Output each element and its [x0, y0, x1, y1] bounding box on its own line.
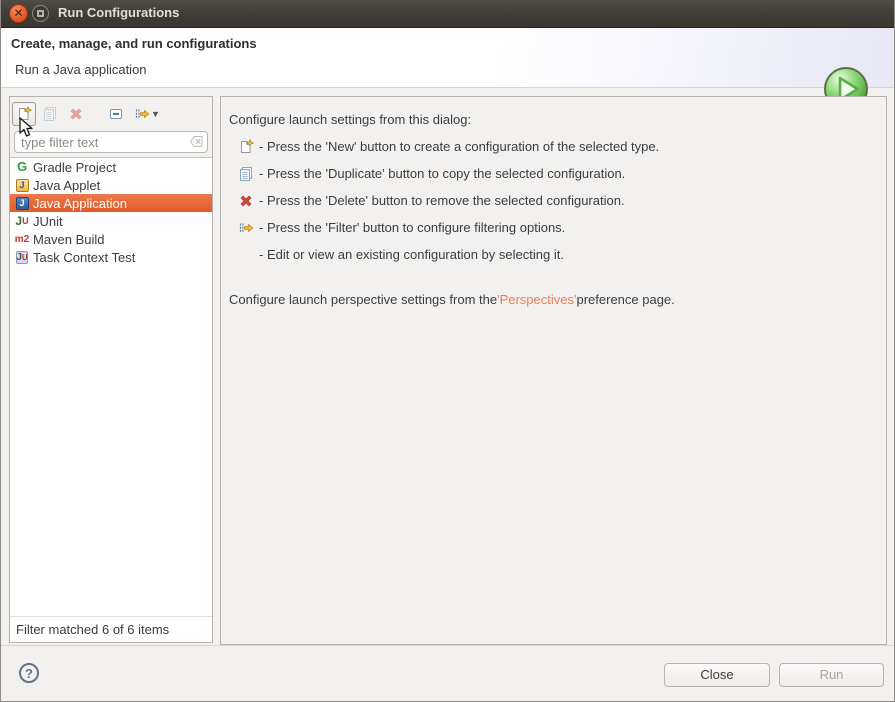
- clear-filter-icon[interactable]: [190, 136, 203, 147]
- list-item-maven-build[interactable]: m2 Maven Build: [10, 230, 212, 248]
- run-button[interactable]: Run: [779, 663, 884, 687]
- footer-divider: [1, 645, 895, 646]
- list-item-task-context-test[interactable]: JU Task Context Test: [10, 248, 212, 266]
- perspective-prefix: Configure launch perspective settings fr…: [229, 292, 497, 307]
- perspectives-link[interactable]: 'Perspectives': [497, 292, 576, 307]
- junit-icon: JU: [14, 214, 30, 228]
- dialog-header: Create, manage, and run configurations R…: [1, 28, 895, 88]
- window-title: Run Configurations: [58, 5, 179, 20]
- mouse-cursor: [19, 117, 34, 138]
- list-item-gradle-project[interactable]: G Gradle Project: [10, 158, 212, 176]
- filter-icon: [238, 220, 254, 236]
- close-window-button[interactable]: ✕: [9, 4, 28, 23]
- filter-match-status: Filter matched 6 of 6 items: [10, 616, 212, 642]
- collapse-all-icon: [108, 106, 124, 122]
- java-application-icon: J: [14, 196, 30, 210]
- chevron-down-icon: ▼: [151, 109, 160, 119]
- close-button[interactable]: Close: [664, 663, 770, 687]
- perspective-suffix: preference page.: [576, 292, 674, 307]
- toolbar-separator: [90, 113, 102, 114]
- list-item-label: Task Context Test: [33, 250, 135, 265]
- delete-configuration-button[interactable]: [64, 102, 88, 126]
- list-item-java-application[interactable]: J Java Application: [10, 194, 212, 212]
- help-button[interactable]: ?: [19, 663, 39, 683]
- instruction-delete: - Press the 'Delete' button to remove th…: [229, 187, 878, 214]
- instruction-text: - Edit or view an existing configuration…: [259, 247, 564, 262]
- perspective-help-line: Configure launch perspective settings fr…: [229, 287, 878, 311]
- list-item-label: Java Applet: [33, 178, 100, 193]
- filter-row: [10, 130, 212, 157]
- collapse-all-button[interactable]: [104, 102, 128, 126]
- instruction-duplicate: - Press the 'Duplicate' button to copy t…: [229, 160, 878, 187]
- run-configurations-dialog: ✕ Run Configurations Create, manage, and…: [0, 0, 895, 702]
- configurations-toolbar: ▼: [10, 97, 212, 130]
- gradle-icon: G: [14, 160, 30, 174]
- list-item-label: JUnit: [33, 214, 63, 229]
- filter-options-button[interactable]: ▼: [130, 102, 164, 126]
- page-title: Create, manage, and run configurations: [11, 36, 257, 51]
- list-item-label: Maven Build: [33, 232, 105, 247]
- instruction-filter: - Press the 'Filter' button to configure…: [229, 214, 878, 241]
- instruction-text: - Press the 'Filter' button to configure…: [259, 220, 565, 235]
- duplicate-configuration-icon: [238, 166, 254, 182]
- task-context-test-icon: JU: [14, 250, 30, 264]
- launch-settings-help-panel: Configure launch settings from this dial…: [220, 96, 887, 645]
- list-item-label: Java Application: [33, 196, 127, 211]
- instruction-text: - Press the 'New' button to create a con…: [259, 139, 659, 154]
- new-configuration-icon: [238, 139, 254, 155]
- page-subtitle: Run a Java application: [15, 62, 147, 77]
- configuration-type-tree[interactable]: G Gradle Project J Java Applet J Java Ap…: [10, 157, 212, 616]
- delete-configuration-icon: [68, 106, 84, 122]
- java-applet-icon: J: [14, 178, 30, 192]
- instruction-text: - Press the 'Delete' button to remove th…: [259, 193, 625, 208]
- delete-configuration-icon: [238, 193, 254, 209]
- instructions-intro: Configure launch settings from this dial…: [229, 107, 878, 131]
- list-item-label: Gradle Project: [33, 160, 116, 175]
- duplicate-configuration-button[interactable]: [38, 102, 62, 126]
- filter-icon: [134, 106, 150, 122]
- list-item-java-applet[interactable]: J Java Applet: [10, 176, 212, 194]
- instruction-new: - Press the 'New' button to create a con…: [229, 133, 878, 160]
- minimize-icon: [37, 10, 44, 17]
- list-item-junit[interactable]: JU JUnit: [10, 212, 212, 230]
- maven-icon: m2: [14, 232, 30, 246]
- duplicate-configuration-icon: [42, 106, 58, 122]
- minimize-window-button[interactable]: [32, 5, 49, 22]
- filter-input[interactable]: [14, 131, 208, 153]
- instruction-edit: - Edit or view an existing configuration…: [229, 241, 878, 268]
- titlebar[interactable]: ✕ Run Configurations: [1, 0, 895, 28]
- instruction-text: - Press the 'Duplicate' button to copy t…: [259, 166, 625, 181]
- configuration-type-panel: ▼ G Gradle Project J Java Applet: [9, 96, 213, 643]
